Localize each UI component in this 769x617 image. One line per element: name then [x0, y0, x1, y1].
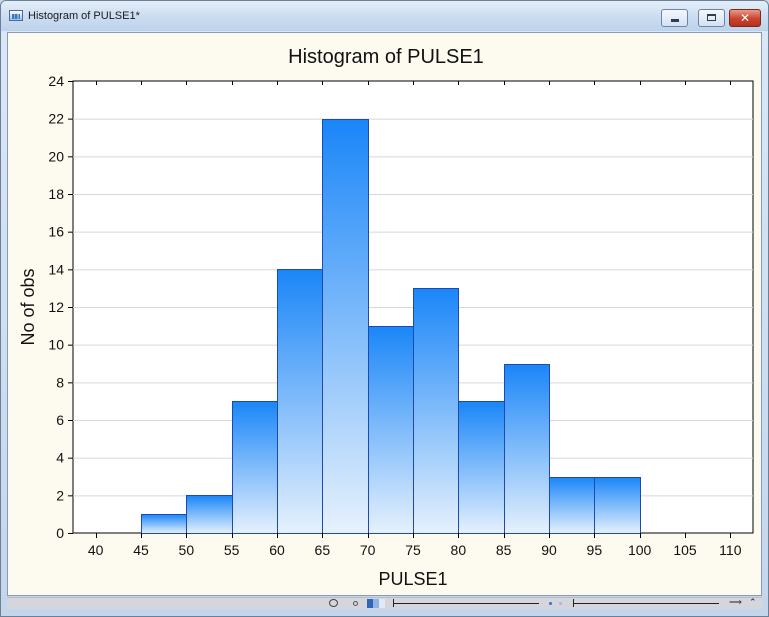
x-tick-label: 60 — [269, 542, 285, 558]
arrow-right-icon[interactable]: ⟹ — [729, 598, 742, 608]
histogram-app-icon[interactable] — [9, 10, 23, 21]
histogram-bar[interactable] — [186, 495, 233, 534]
y-tick-label: 16 — [48, 224, 64, 240]
slider-dot-icon — [559, 602, 562, 605]
chevron-up-double-icon[interactable]: ⌃ — [749, 598, 757, 608]
window-title: Histogram of PULSE1* — [28, 10, 140, 22]
x-tick-label: 70 — [360, 542, 376, 558]
minimize-button[interactable] — [661, 9, 688, 27]
histogram-bar[interactable] — [277, 269, 323, 534]
histogram-bar[interactable] — [141, 514, 187, 534]
y-tick-label: 4 — [56, 450, 64, 466]
histogram-bar[interactable] — [368, 326, 414, 534]
x-tick-label: 95 — [587, 542, 603, 558]
title-bar[interactable]: Histogram of PULSE1* ✕ — [1, 1, 768, 31]
x-tick-label: 45 — [133, 542, 149, 558]
slider-dot-icon — [549, 602, 552, 605]
y-tick-label: 18 — [48, 186, 64, 202]
x-tick-label: 105 — [673, 542, 697, 558]
y-tick-label: 8 — [56, 374, 64, 390]
x-tick-label: 110 — [719, 542, 742, 558]
histogram-bar[interactable] — [232, 401, 278, 534]
x-tick-label: 90 — [541, 542, 557, 558]
x-tick-label: 40 — [88, 542, 104, 558]
close-button[interactable]: ✕ — [729, 9, 761, 27]
zoom-slider[interactable] — [393, 603, 539, 604]
x-axis-label: PULSE1 — [378, 569, 447, 589]
x-tick-label: 85 — [496, 542, 512, 558]
y-tick-label: 22 — [48, 111, 64, 127]
histogram-bar[interactable] — [549, 477, 595, 534]
y-tick-label: 12 — [48, 299, 64, 315]
maximize-icon — [707, 14, 716, 21]
histogram-chart[interactable]: Histogram of PULSE1 02468101214161820222… — [8, 33, 761, 595]
histogram-bar[interactable] — [322, 119, 369, 534]
x-tick-label: 75 — [405, 542, 421, 558]
y-tick-label: 20 — [48, 148, 64, 164]
graph-panel: Histogram of PULSE1 0 2 4 6 8 10 12 14 16 18 20 22 2… — [7, 32, 762, 596]
color-palette-icon[interactable] — [367, 599, 385, 608]
histogram-window: Histogram of PULSE1* ✕ Histogram of PULS… — [0, 0, 769, 617]
x-tick-label: 50 — [179, 542, 195, 558]
y-tick-label: 14 — [48, 261, 64, 277]
x-tick-label: 65 — [315, 542, 331, 558]
y-axis-label: No of obs — [18, 268, 38, 345]
maximize-button[interactable] — [698, 9, 725, 27]
scroll-slider[interactable] — [573, 603, 719, 604]
x-tick-label: 80 — [451, 542, 467, 558]
histogram-bar[interactable] — [504, 364, 550, 534]
histogram-bar[interactable] — [413, 288, 459, 534]
histogram-bar[interactable] — [458, 401, 505, 534]
zoom-icon[interactable] — [353, 601, 358, 606]
y-tick-label: 24 — [48, 73, 64, 89]
close-icon: ✕ — [739, 11, 751, 25]
histogram-bar[interactable] — [594, 477, 641, 534]
y-tick-label: 10 — [48, 337, 64, 353]
status-bar: ⟹ ⌃ — [7, 597, 762, 609]
x-tick-label: 100 — [628, 542, 652, 558]
y-tick-label: 2 — [56, 487, 64, 503]
y-tick-label: 6 — [56, 412, 64, 428]
chart-title: Histogram of PULSE1 — [288, 46, 484, 68]
minimize-icon — [671, 19, 679, 22]
y-tick-label: 0 — [56, 525, 64, 541]
pan-icon[interactable] — [329, 599, 338, 607]
x-tick-label: 55 — [224, 542, 240, 558]
